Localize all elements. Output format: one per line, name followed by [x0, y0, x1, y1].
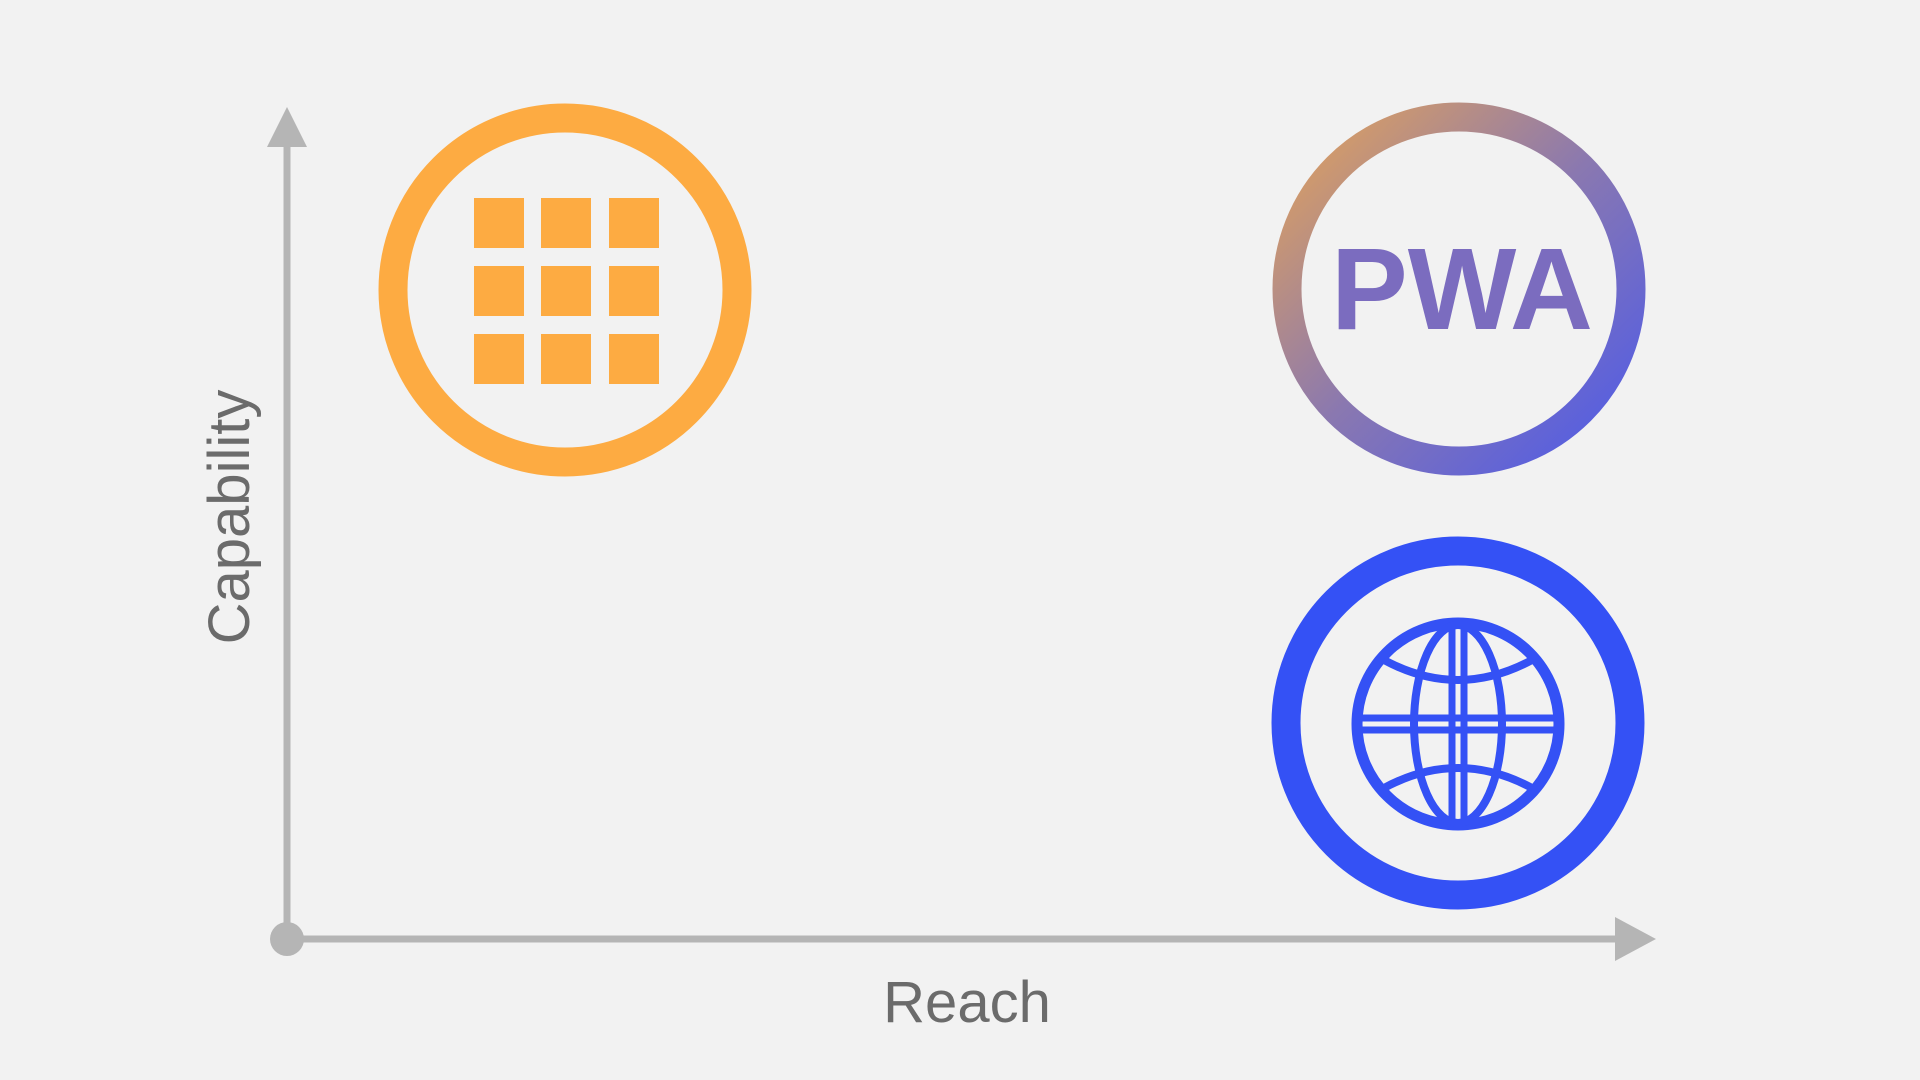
pwa-node: PWA	[1272, 102, 1646, 476]
y-axis-label: Capability	[197, 390, 262, 645]
x-axis-arrowhead	[1615, 917, 1656, 961]
y-axis-arrowhead	[267, 107, 307, 147]
x-axis-label: Reach	[883, 970, 1051, 1035]
x-axis	[287, 917, 1656, 961]
web-ring	[1271, 536, 1645, 910]
pwa-label: PWA	[1331, 224, 1593, 354]
app-grid-icon	[474, 198, 659, 384]
web-node	[1271, 536, 1645, 910]
y-axis	[267, 107, 307, 939]
origin-dot	[270, 922, 304, 956]
native-apps-node	[378, 103, 752, 477]
globe-icon	[1351, 617, 1565, 831]
reach-capability-diagram: Reach Capability PWA	[197, 102, 1656, 1035]
